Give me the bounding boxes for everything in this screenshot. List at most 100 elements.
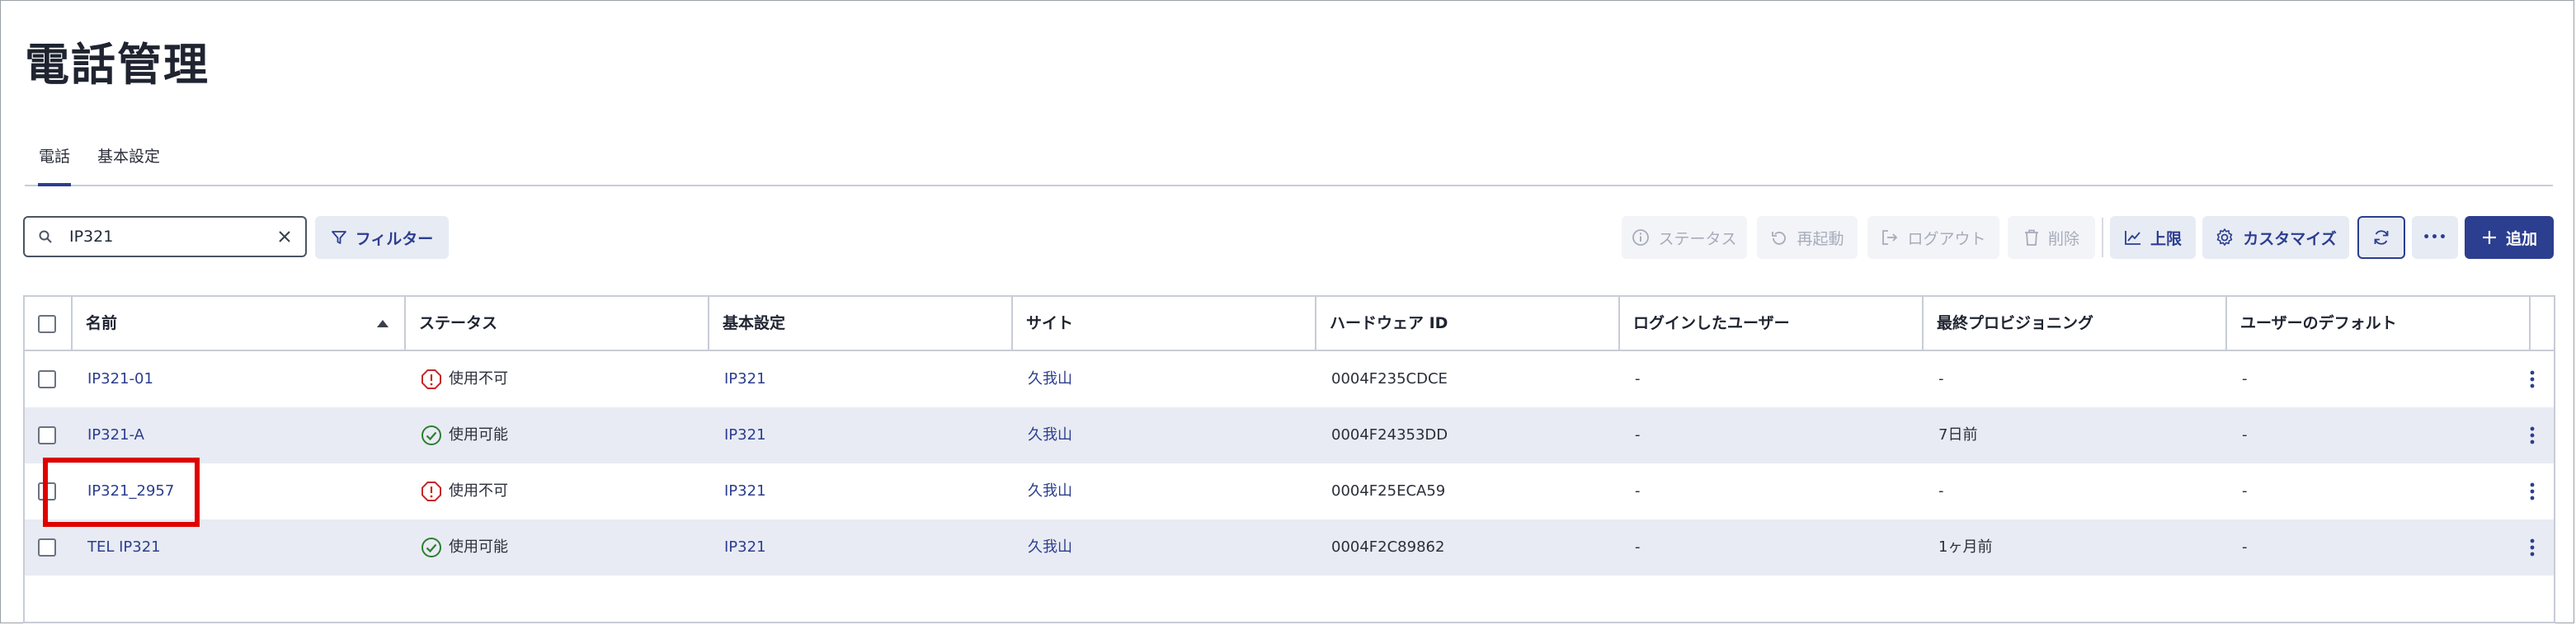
limit-button-label: 上限 <box>2150 229 2182 248</box>
column-header-name-label: 名前 <box>86 314 118 332</box>
search-input[interactable]: IP321 <box>23 216 307 257</box>
row-menu-icon[interactable] <box>2529 351 2536 407</box>
last-provisioning-cell: 1ヶ月前 <box>1938 538 1993 556</box>
tab-phones[interactable]: 電話 <box>38 139 71 186</box>
check-circle-icon <box>421 425 441 445</box>
table-row[interactable]: IP321_2957 使用不可 IP321 久我山 0004F25ECA59 -… <box>25 463 2554 519</box>
add-button[interactable]: 追加 <box>2465 216 2554 259</box>
last-provisioning-cell: 7日前 <box>1938 426 1978 444</box>
select-all-cell <box>25 297 73 350</box>
tab-bar: 電話 基本設定 <box>25 139 2553 186</box>
phones-table: 名前 ステータス 基本設定 サイト ハードウェア ID ログインしたユーザー 最… <box>23 295 2555 623</box>
hardware-id-cell: 0004F25ECA59 <box>1331 482 1446 500</box>
logout-button-label: ログアウト <box>1907 229 1986 248</box>
select-all-checkbox[interactable] <box>38 315 56 333</box>
user-default-cell: - <box>2242 426 2248 444</box>
more-icon: ••• <box>2423 231 2447 244</box>
table-header: 名前 ステータス 基本設定 サイト ハードウェア ID ログインしたユーザー 最… <box>25 297 2554 351</box>
status-text: 使用可能 <box>449 538 508 556</box>
limit-button[interactable]: 上限 <box>2110 216 2196 259</box>
hardware-id-cell: 0004F24353DD <box>1331 426 1448 444</box>
basic-settings-link[interactable]: IP321 <box>709 351 766 407</box>
column-header-last-provisioning[interactable]: 最終プロビジョニング <box>1924 297 2227 350</box>
phone-name-link[interactable]: TEL IP321 <box>73 519 161 576</box>
column-header-basic-settings[interactable]: 基本設定 <box>709 297 1013 350</box>
table-row[interactable]: IP321-01 使用不可 IP321 久我山 0004F235CDCE - -… <box>25 351 2554 407</box>
hardware-id-cell: 0004F2C89862 <box>1331 538 1445 556</box>
column-header-logged-user[interactable]: ログインしたユーザー <box>1620 297 1924 350</box>
column-header-name[interactable]: 名前 <box>73 297 406 350</box>
search-icon <box>39 230 52 243</box>
status-button-label: ステータス <box>1658 229 1737 248</box>
toolbar-divider <box>2102 218 2103 257</box>
status-text: 使用可能 <box>449 426 508 444</box>
column-header-user-default[interactable]: ユーザーのデフォルト <box>2227 297 2531 350</box>
filter-icon <box>331 231 346 244</box>
logged-user-cell: - <box>1635 370 1641 388</box>
refresh-icon <box>2374 230 2389 245</box>
hardware-id-cell: 0004F235CDCE <box>1331 370 1448 388</box>
row-checkbox[interactable] <box>38 426 56 444</box>
status-cell: 使用可能 <box>406 407 508 463</box>
logout-button[interactable]: ログアウト <box>1867 216 1999 259</box>
logged-user-cell: - <box>1635 538 1641 556</box>
basic-settings-link[interactable]: IP321 <box>709 519 766 576</box>
user-default-cell: - <box>2242 482 2248 500</box>
check-circle-icon <box>421 538 441 557</box>
row-menu-icon[interactable] <box>2529 463 2536 519</box>
undo-icon <box>1772 232 1787 245</box>
row-checkbox[interactable] <box>38 370 56 388</box>
logged-user-cell: - <box>1635 482 1641 500</box>
status-button[interactable]: ステータス <box>1622 216 1747 259</box>
filter-label: フィルター <box>355 229 434 248</box>
tab-basic-settings[interactable]: 基本設定 <box>97 139 160 185</box>
column-header-hardware-id[interactable]: ハードウェア ID <box>1316 297 1620 350</box>
chart-line-icon <box>2125 231 2140 245</box>
filter-button[interactable]: フィルター <box>315 216 449 259</box>
restart-button[interactable]: 再起動 <box>1757 216 1858 259</box>
row-checkbox[interactable] <box>38 538 56 557</box>
logout-icon <box>1882 230 1898 245</box>
restart-button-label: 再起動 <box>1797 229 1844 248</box>
row-menu-icon[interactable] <box>2529 407 2536 463</box>
site-link[interactable]: 久我山 <box>1013 351 1072 407</box>
phone-name-link[interactable]: IP321-A <box>73 407 144 463</box>
status-cell: 使用可能 <box>406 519 508 576</box>
error-octagon-icon <box>421 369 441 389</box>
column-header-site[interactable]: サイト <box>1013 297 1316 350</box>
add-button-label: 追加 <box>2505 229 2537 248</box>
status-text: 使用不可 <box>449 482 508 500</box>
user-default-cell: - <box>2242 538 2248 556</box>
logged-user-cell: - <box>1635 426 1641 444</box>
search-value: IP321 <box>69 228 114 246</box>
basic-settings-link[interactable]: IP321 <box>709 407 766 463</box>
info-icon <box>1632 229 1650 246</box>
error-octagon-icon <box>421 482 441 501</box>
delete-button-label: 削除 <box>2047 229 2079 248</box>
column-header-status[interactable]: ステータス <box>406 297 709 350</box>
table-row[interactable]: IP321-A 使用可能 IP321 久我山 0004F24353DD - 7日… <box>25 407 2554 463</box>
sort-ascending-icon[interactable] <box>376 318 389 328</box>
clear-icon[interactable] <box>275 228 294 246</box>
status-cell: 使用不可 <box>406 351 508 407</box>
more-button[interactable]: ••• <box>2412 216 2458 259</box>
delete-button[interactable]: 削除 <box>2008 216 2095 259</box>
site-link[interactable]: 久我山 <box>1013 463 1072 519</box>
row-menu-icon[interactable] <box>2529 519 2536 576</box>
customize-button-label: カスタマイズ <box>2243 229 2337 248</box>
phone-name-link[interactable]: IP321-01 <box>73 351 153 407</box>
plus-icon <box>2482 231 2496 244</box>
last-provisioning-cell: - <box>1938 482 1944 500</box>
refresh-button[interactable] <box>2357 216 2405 259</box>
highlight-box <box>43 458 200 527</box>
table-row[interactable]: TEL IP321 使用可能 IP321 久我山 0004F2C89862 - … <box>25 519 2554 576</box>
gear-icon <box>2216 228 2233 246</box>
trash-icon <box>2024 229 2038 246</box>
customize-button[interactable]: カスタマイズ <box>2202 216 2349 259</box>
user-default-cell: - <box>2242 370 2248 388</box>
page-title: 電話管理 <box>25 39 210 91</box>
basic-settings-link[interactable]: IP321 <box>709 463 766 519</box>
last-provisioning-cell: - <box>1938 370 1944 388</box>
site-link[interactable]: 久我山 <box>1013 519 1072 576</box>
site-link[interactable]: 久我山 <box>1013 407 1072 463</box>
